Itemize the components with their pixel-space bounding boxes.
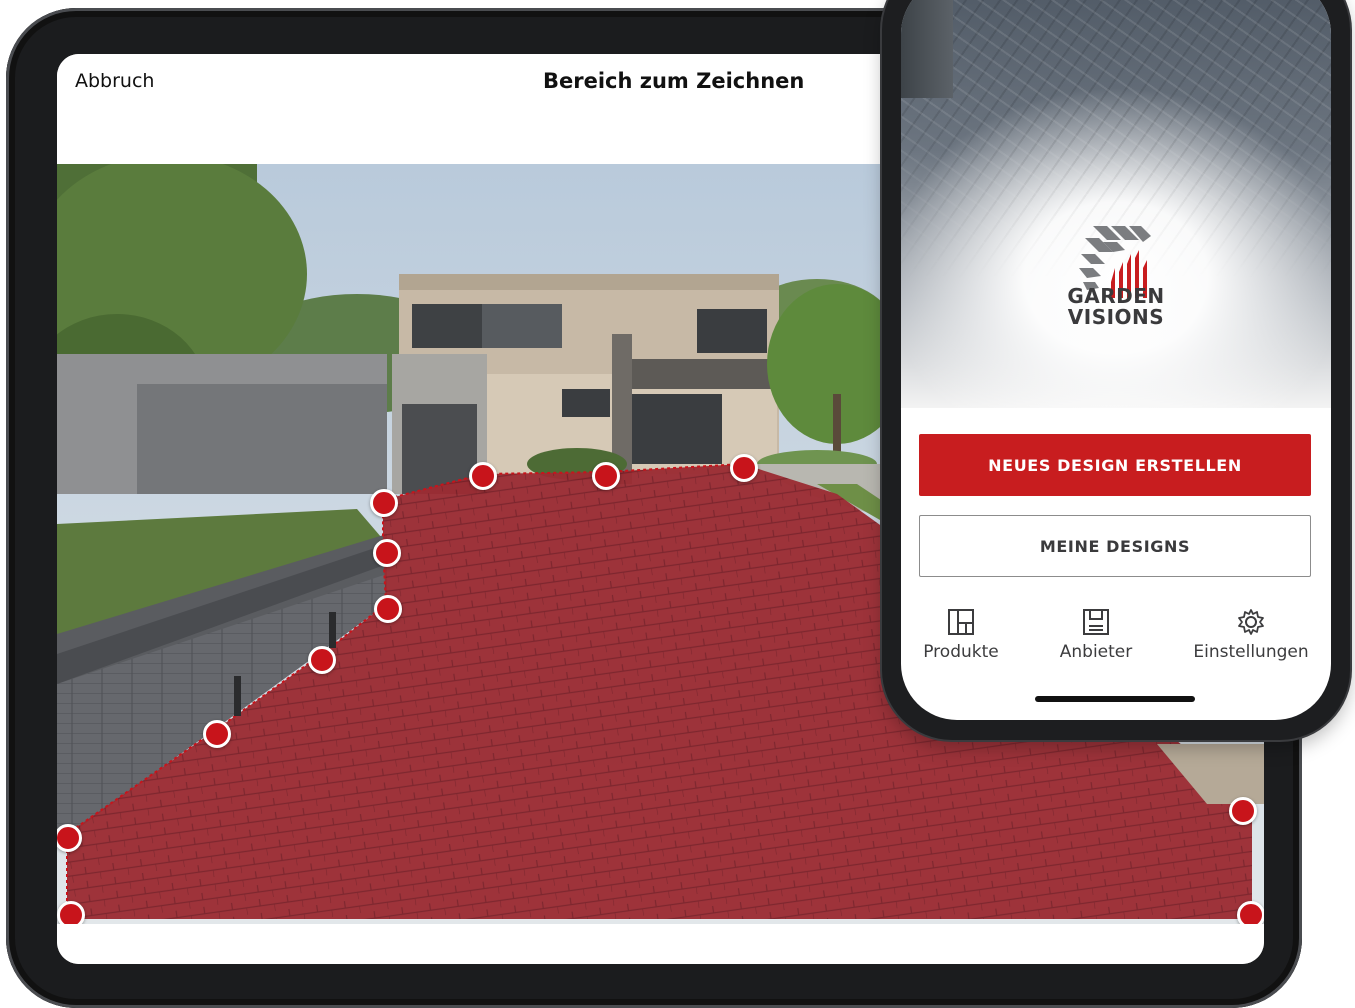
path-handle[interactable] [1229, 797, 1257, 825]
path-handle[interactable] [469, 462, 497, 490]
path-handle[interactable] [730, 454, 758, 482]
phone-screen: GARDEN VISIONS NEUES DESIGN ERSTELLEN ME… [901, 0, 1331, 720]
my-designs-button[interactable]: MEINE DESIGNS [919, 515, 1311, 577]
path-handle[interactable] [374, 595, 402, 623]
home-indicator [1035, 696, 1195, 702]
gear-icon [1238, 609, 1264, 635]
tab-produkte[interactable]: Produkte [901, 608, 1031, 662]
create-new-design-button[interactable]: NEUES DESIGN ERSTELLEN [919, 434, 1311, 496]
tab-label: Einstellungen [1193, 642, 1309, 662]
path-handle[interactable] [592, 462, 620, 490]
path-handle[interactable] [370, 489, 398, 517]
tab-anbieter[interactable]: Anbieter [1026, 608, 1166, 662]
tablet-footer [57, 924, 1264, 964]
tab-label: Anbieter [1059, 642, 1133, 662]
brand-line-1: GARDEN [1067, 284, 1165, 308]
phone-device: GARDEN VISIONS NEUES DESIGN ERSTELLEN ME… [882, 0, 1350, 740]
path-handle[interactable] [1237, 901, 1264, 924]
tab-bar: Produkte Anbieter Einstellungen [901, 608, 1331, 688]
layout-grid-icon [948, 609, 974, 635]
brand-line-2: VISIONS [1067, 305, 1165, 329]
tab-einstellungen[interactable]: Einstellungen [1176, 608, 1326, 662]
path-handle[interactable] [308, 646, 336, 674]
tab-label: Produkte [923, 642, 999, 662]
path-handle[interactable] [203, 720, 231, 748]
hero-background [901, 0, 1331, 408]
floppy-disk-icon [1083, 609, 1109, 635]
path-handle[interactable] [373, 539, 401, 567]
cancel-button[interactable]: Abbruch [75, 70, 154, 92]
path-handle[interactable] [57, 901, 85, 924]
page-title: Bereich zum Zeichnen [543, 69, 805, 93]
brand-name: GARDEN VISIONS [901, 286, 1331, 328]
